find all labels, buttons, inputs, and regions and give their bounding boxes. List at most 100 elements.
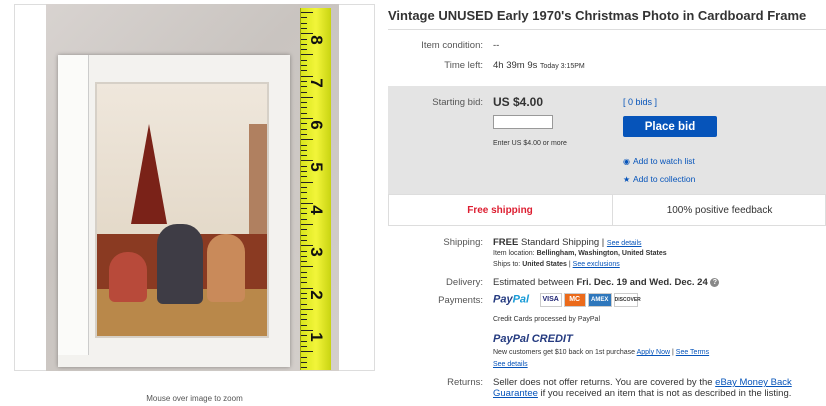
tape-tick bbox=[301, 133, 307, 135]
listing-title: Vintage UNUSED Early 1970's Christmas Ph… bbox=[388, 8, 807, 23]
tape-tick bbox=[301, 139, 313, 141]
tape-tick bbox=[301, 192, 307, 194]
tape-tick bbox=[301, 12, 313, 13]
item-location-label: Item location: bbox=[493, 250, 535, 257]
photo-christmas-tree bbox=[131, 124, 167, 224]
tape-tick bbox=[301, 218, 307, 220]
help-icon[interactable]: ? bbox=[710, 277, 720, 287]
tape-tick bbox=[301, 234, 307, 236]
tape-tick bbox=[301, 202, 313, 204]
delivery-value: Estimated between Fri. Dec. 19 and Wed. … bbox=[493, 277, 720, 288]
tape-tick bbox=[301, 38, 307, 40]
tape-tick bbox=[301, 181, 313, 183]
tape-tick bbox=[301, 123, 307, 125]
ships-to: Ships to: United States | See exclusions bbox=[493, 261, 620, 268]
time-left-today: Today 3:15PM bbox=[540, 63, 585, 70]
tape-tick bbox=[301, 160, 313, 162]
tape-tick bbox=[301, 149, 307, 151]
returns-label: Returns: bbox=[447, 377, 483, 388]
condition-value: -- bbox=[493, 40, 500, 51]
tape-tick bbox=[301, 314, 307, 316]
tape-tick bbox=[301, 80, 307, 82]
tape-tick bbox=[301, 335, 307, 337]
tape-tick bbox=[301, 361, 307, 363]
bid-hint: Enter US $4.00 or more bbox=[493, 140, 567, 147]
tape-tick bbox=[301, 65, 307, 66]
tape-tick bbox=[301, 277, 307, 278]
christmas-photo[interactable] bbox=[95, 82, 269, 338]
item-location: Item location: Bellingham, Washington, U… bbox=[493, 250, 667, 257]
time-left-label: Time left: bbox=[444, 60, 483, 71]
bid-count-link[interactable]: [ 0 bids ] bbox=[623, 97, 657, 107]
add-to-watch-list-link[interactable]: ◉ Add to watch list bbox=[623, 156, 695, 166]
shipping-free: FREE bbox=[493, 237, 519, 248]
delivery-dates: Fri. Dec. 19 and Wed. Dec. 24 bbox=[576, 277, 708, 288]
tape-tick bbox=[301, 155, 307, 157]
apply-now-link[interactable]: Apply Now bbox=[637, 349, 670, 356]
tape-tick bbox=[301, 287, 313, 289]
place-bid-button[interactable]: Place bid bbox=[623, 116, 717, 137]
tape-tick bbox=[301, 43, 307, 45]
tape-tick bbox=[301, 356, 307, 358]
photo-child-right bbox=[207, 234, 245, 302]
tape-tick bbox=[301, 186, 307, 188]
shipping-see-details-link[interactable]: See details bbox=[607, 240, 642, 247]
tape-tick bbox=[301, 292, 307, 294]
tape-tick bbox=[301, 118, 313, 119]
mastercard-logo: MC bbox=[563, 293, 586, 307]
ships-to-label: Ships to: bbox=[493, 261, 521, 268]
tape-tick bbox=[301, 171, 307, 172]
add-to-collection-link[interactable]: ★ Add to collection bbox=[623, 174, 695, 184]
paypal-credit-logo: PayPal CREDIT bbox=[493, 333, 573, 345]
tape-tick bbox=[301, 245, 313, 247]
positive-feedback-badge: 100% positive feedback bbox=[666, 205, 773, 216]
measuring-tape: 8 7 6 5 4 3 2 1 bbox=[300, 8, 331, 370]
tape-tick bbox=[301, 102, 307, 104]
tape-tick bbox=[301, 261, 307, 263]
tape-number: 5 bbox=[307, 162, 326, 172]
tape-tick bbox=[301, 22, 307, 24]
visa-logo: VISA bbox=[539, 293, 562, 307]
tape-tick bbox=[301, 250, 307, 252]
condition-label: Item condition: bbox=[421, 40, 483, 51]
returns-text-a: Seller does not offer returns. You are c… bbox=[493, 377, 713, 388]
tape-tick bbox=[301, 59, 307, 61]
paypal-processing-note: Credit Cards processed by PayPal bbox=[493, 316, 600, 323]
ships-to-value: United States bbox=[522, 261, 567, 268]
starting-bid-label: Starting bid: bbox=[432, 97, 483, 108]
eye-icon: ◉ bbox=[623, 157, 630, 166]
tape-tick bbox=[301, 144, 307, 146]
tape-tick bbox=[301, 271, 307, 273]
delivery-prefix: Estimated between bbox=[493, 277, 574, 288]
see-exclusions-link[interactable]: See exclusions bbox=[573, 261, 620, 268]
returns-policy: Seller does not offer returns. You are c… bbox=[493, 377, 813, 399]
tape-tick bbox=[301, 91, 307, 93]
shipping-method: Standard Shipping bbox=[520, 237, 600, 248]
tape-tick bbox=[301, 27, 307, 29]
bid-amount-input[interactable] bbox=[493, 115, 553, 129]
tape-tick bbox=[301, 224, 313, 225]
tape-tick bbox=[301, 308, 313, 310]
watch-list-label: Add to watch list bbox=[633, 156, 695, 166]
tape-tick bbox=[301, 33, 313, 35]
tape-tick bbox=[301, 255, 307, 257]
tape-tick bbox=[301, 367, 307, 369]
time-left-value: 4h 39m 9s Today 3:15PM bbox=[493, 60, 585, 71]
tape-tick bbox=[301, 128, 307, 130]
tape-tick bbox=[301, 303, 307, 305]
tape-tick bbox=[301, 324, 307, 326]
tape-tick bbox=[301, 75, 313, 77]
tape-tick bbox=[301, 86, 307, 88]
tape-tick bbox=[301, 176, 307, 178]
shipping-value: FREE Standard Shipping | See details bbox=[493, 237, 642, 248]
tape-tick bbox=[301, 340, 307, 342]
tape-tick bbox=[301, 266, 313, 268]
payments-see-details-link[interactable]: See details bbox=[493, 361, 528, 368]
amex-logo: AMEX bbox=[587, 293, 612, 307]
star-icon: ★ bbox=[623, 175, 631, 184]
starting-bid-price: US $4.00 bbox=[493, 95, 544, 109]
tape-tick bbox=[301, 282, 307, 284]
see-terms-link[interactable]: See Terms bbox=[676, 349, 709, 356]
title-divider bbox=[388, 29, 826, 30]
credit-offer-text: New customers get $10 back on 1st purcha… bbox=[493, 349, 636, 356]
